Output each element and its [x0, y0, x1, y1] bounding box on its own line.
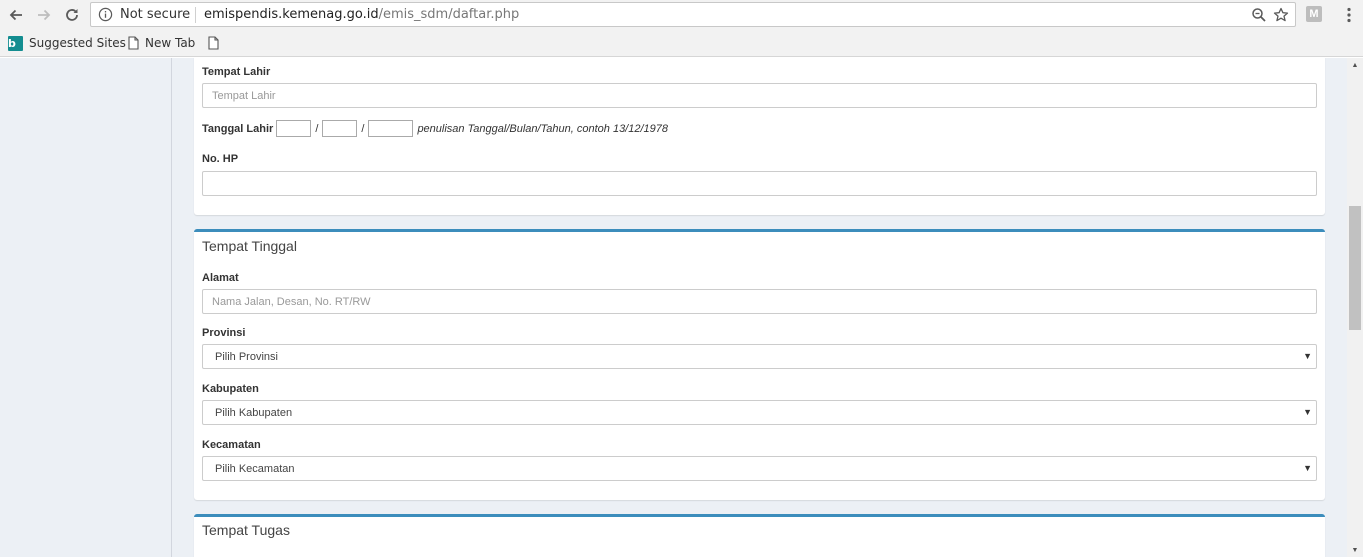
bookmark-label: Suggested Sites [29, 36, 126, 50]
browser-menu-icon[interactable] [1339, 5, 1359, 25]
bookmarks-bar: b Suggested Sites New Tab [0, 30, 1363, 57]
kecamatan-selected: Pilih Kecamatan [215, 463, 295, 475]
reload-icon [66, 9, 78, 21]
no-hp-label: No. HP [202, 153, 239, 165]
bing-icon: b [8, 35, 23, 51]
tanggal-lahir-label: Tanggal Lahir [202, 122, 274, 135]
url-text[interactable]: emispendis.kemenag.go.id/emis_sdm/daftar… [204, 7, 519, 22]
security-label[interactable]: Not secure [120, 7, 190, 22]
page-viewport: Tempat Lahir Tanggal Lahir / / penulisan… [0, 58, 1347, 557]
dropdown-arrow-icon: ▼ [1303, 351, 1312, 361]
left-sidebar [0, 58, 172, 557]
reload-button[interactable] [60, 3, 84, 27]
scroll-up-arrow-icon[interactable]: ▲ [1347, 58, 1363, 72]
provinsi-selected: Pilih Provinsi [215, 351, 278, 363]
date-separator: / [315, 122, 319, 135]
back-button[interactable] [4, 3, 28, 27]
page-icon [128, 36, 139, 50]
page-icon [208, 36, 219, 50]
forward-arrow-icon [38, 9, 51, 21]
alamat-label: Alamat [202, 272, 239, 284]
kabupaten-selected: Pilih Kabupaten [215, 407, 293, 419]
alamat-input[interactable] [202, 289, 1317, 314]
date-separator: / [361, 122, 365, 135]
bookmark-suggested-sites[interactable]: b Suggested Sites [8, 34, 126, 52]
provinsi-label: Provinsi [202, 327, 246, 339]
url-path: /emis_sdm/daftar.php [378, 7, 520, 22]
forward-button[interactable] [32, 3, 56, 27]
tempat-tinggal-title: Tempat Tinggal [202, 238, 297, 254]
tempat-tinggal-box: Tempat Tinggal Alamat Provinsi Pilih Pro… [194, 229, 1325, 500]
tanggal-lahir-row: Tanggal Lahir / / penulisan Tanggal/Bula… [202, 120, 668, 137]
scrollbar-thumb[interactable] [1349, 206, 1361, 330]
bookmark-star-icon[interactable] [1273, 7, 1289, 23]
provinsi-select[interactable]: Pilih Provinsi ▼ [202, 344, 1317, 369]
tempat-lahir-label: Tempat Lahir [202, 66, 271, 78]
kabupaten-select[interactable]: Pilih Kabupaten ▼ [202, 400, 1317, 425]
kecamatan-select[interactable]: Pilih Kecamatan ▼ [202, 456, 1317, 481]
address-bar[interactable]: Not secure emispendis.kemenag.go.id/emis… [90, 2, 1296, 27]
bookmark-new-tab[interactable]: New Tab [128, 34, 195, 52]
page-scrollbar[interactable]: ▲ ▼ [1347, 58, 1363, 557]
kabupaten-label: Kabupaten [202, 383, 259, 395]
year-input[interactable] [368, 120, 414, 137]
personal-data-box: Tempat Lahir Tanggal Lahir / / penulisan… [194, 58, 1325, 215]
tempat-lahir-input[interactable] [202, 83, 1317, 108]
url-divider [195, 7, 196, 23]
tempat-tugas-box: Tempat Tugas [194, 514, 1325, 557]
url-host: emispendis.kemenag.go.id [204, 7, 379, 22]
day-input[interactable] [276, 120, 312, 137]
month-input[interactable] [322, 120, 358, 137]
scroll-down-arrow-icon[interactable]: ▼ [1347, 543, 1363, 557]
browser-toolbar: Not secure emispendis.kemenag.go.id/emis… [0, 0, 1363, 30]
info-icon[interactable] [98, 7, 113, 22]
profile-avatar[interactable]: M [1306, 6, 1322, 22]
zoom-icon[interactable] [1251, 7, 1267, 23]
tempat-tugas-title: Tempat Tugas [202, 522, 290, 538]
bookmark-untitled[interactable] [208, 34, 225, 52]
dropdown-arrow-icon: ▼ [1303, 463, 1312, 473]
kecamatan-label: Kecamatan [202, 439, 261, 451]
back-arrow-icon [9, 9, 22, 21]
bookmark-label: New Tab [145, 36, 196, 50]
dropdown-arrow-icon: ▼ [1303, 407, 1312, 417]
tanggal-lahir-hint: penulisan Tanggal/Bulan/Tahun, contoh 13… [417, 122, 669, 135]
no-hp-input[interactable] [202, 171, 1317, 196]
